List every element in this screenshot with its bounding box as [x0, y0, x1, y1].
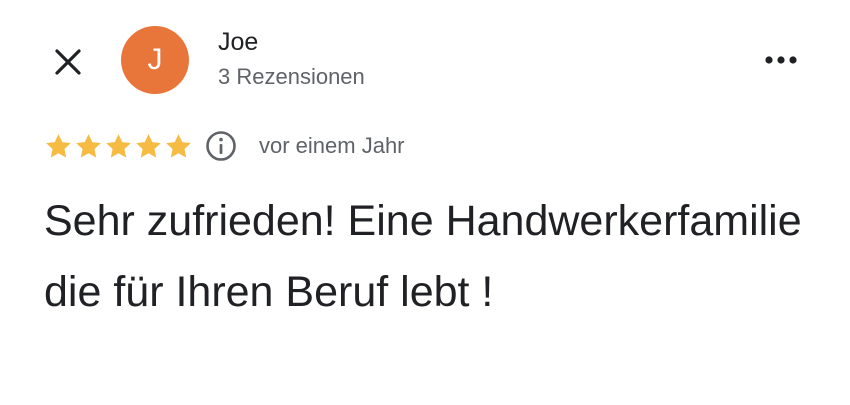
close-icon	[55, 49, 81, 75]
info-icon	[206, 131, 236, 161]
star-icon	[46, 133, 71, 158]
author-review-count: 3 Rezensionen	[218, 64, 365, 89]
rating-row: vor einem Jahr	[44, 128, 405, 164]
star-rating	[44, 132, 193, 161]
more-horizontal-icon	[765, 56, 797, 64]
close-button[interactable]	[46, 40, 90, 84]
info-button[interactable]	[205, 130, 237, 162]
review-date: vor einem Jahr	[259, 133, 405, 158]
author-name[interactable]: Joe	[218, 28, 258, 57]
more-options-button[interactable]	[756, 44, 806, 76]
star-icon	[136, 133, 161, 158]
review-text: Sehr zufrieden! Eine Handwerkerfamilie d…	[44, 197, 802, 316]
avatar-initial: J	[147, 43, 163, 76]
review-detail-view: J Joe 3 Rezensionen vor einem Jahr Sehr …	[0, 0, 850, 405]
star-icon	[166, 133, 191, 158]
avatar[interactable]: J	[121, 26, 189, 94]
star-icon	[106, 133, 131, 158]
star-icon	[76, 133, 101, 158]
